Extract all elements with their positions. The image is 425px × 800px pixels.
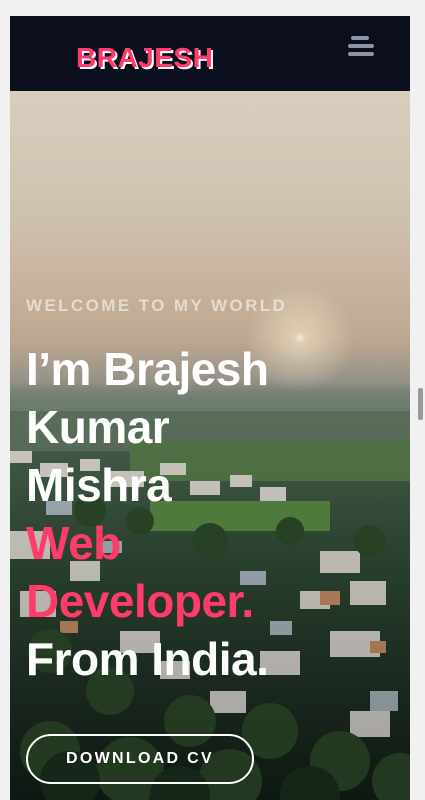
hero-content: WELCOME TO MY WORLD I’m Brajesh Kumar Mi… bbox=[26, 296, 406, 688]
hamburger-icon bbox=[351, 36, 369, 40]
headline-accent-line: Developer. bbox=[26, 575, 254, 627]
welcome-subtitle: WELCOME TO MY WORLD bbox=[26, 296, 288, 315]
headline-line: I’m Brajesh bbox=[26, 343, 269, 395]
brand-logo[interactable]: BRAJESH bbox=[76, 44, 213, 72]
top-navbar: BRAJESH bbox=[10, 16, 410, 91]
hamburger-icon bbox=[348, 52, 374, 56]
headline-line: Mishra bbox=[26, 459, 172, 511]
hero-headline: I’m Brajesh Kumar Mishra Web Developer. … bbox=[26, 340, 406, 688]
headline-line: Kumar bbox=[26, 401, 170, 453]
headline-line: From India. bbox=[26, 633, 269, 685]
headline-accent-line: Web bbox=[26, 517, 121, 569]
hamburger-icon bbox=[348, 44, 374, 48]
download-cv-button[interactable]: DOWNLOAD CV bbox=[26, 734, 254, 784]
hamburger-menu-button[interactable] bbox=[345, 36, 375, 64]
page-frame: BRAJESH WELCOME TO MY WORLD I’m Brajesh … bbox=[10, 16, 410, 800]
scrollbar-thumb[interactable] bbox=[418, 388, 423, 420]
